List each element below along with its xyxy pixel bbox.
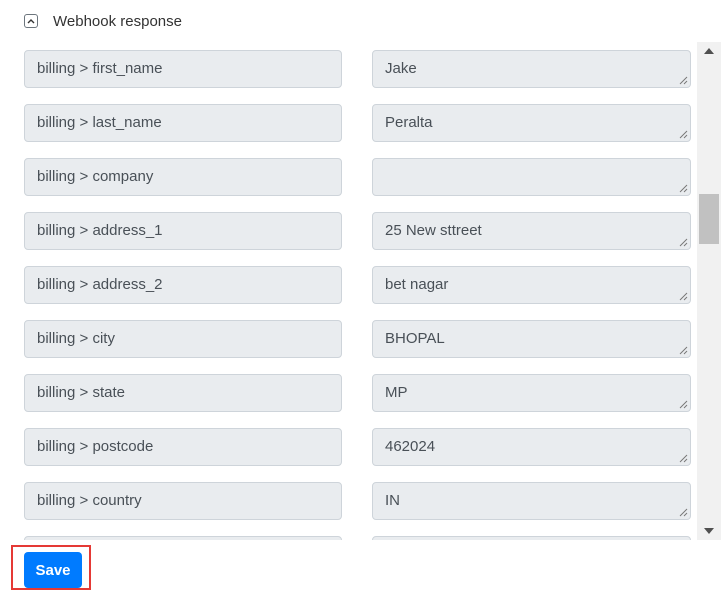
field-value-text: BHOPAL [385,330,445,347]
field-mapping-list[interactable]: billing > first_name Jake billing > last_n… [0,42,697,540]
field-key: billing > city [24,320,342,358]
webhook-response-header: Webhook response [24,10,182,32]
field-mapping-row: billing > last_name Peralta [24,104,691,142]
field-mapping-row: billing > postcode 462024 [24,428,691,466]
resize-grip-icon[interactable] [678,237,688,247]
field-key [24,536,342,540]
field-value-textarea[interactable] [372,158,691,196]
field-mapping-row: billing > address_1 25 New sttreet [24,212,691,250]
resize-grip-icon[interactable] [678,453,688,463]
field-key: billing > country [24,482,342,520]
field-value-text: bet nagar [385,276,449,293]
save-button-highlight: Save [11,545,91,590]
field-value-textarea[interactable]: IN [372,482,691,520]
resize-grip-icon[interactable] [678,183,688,193]
field-value-textarea[interactable]: MP [372,374,691,412]
resize-grip-icon[interactable] [678,399,688,409]
field-value-text: Peralta [385,114,433,131]
field-mapping-row: billing > company [24,158,691,196]
field-value-textarea[interactable]: 462024 [372,428,691,466]
scrollbar[interactable] [697,42,721,540]
field-mapping-row: billing > first_name Jake [24,50,691,88]
field-key: billing > address_2 [24,266,342,304]
collapse-toggle-button[interactable] [24,14,38,28]
field-key: billing > postcode [24,428,342,466]
field-key: billing > first_name [24,50,342,88]
resize-grip-icon[interactable] [678,75,688,85]
field-mapping-row: billing > state MP [24,374,691,412]
field-value-textarea[interactable]: bet nagar [372,266,691,304]
field-mapping-row: billing > country IN [24,482,691,520]
field-key: billing > state [24,374,342,412]
field-value-text: MP [385,384,408,401]
field-value-textarea[interactable]: 25 New sttreet [372,212,691,250]
field-mapping-row: billing > city BHOPAL [24,320,691,358]
section-title: Webhook response [53,12,182,30]
scroll-down-button[interactable] [697,522,721,540]
resize-grip-icon[interactable] [678,507,688,517]
field-mapping-row: billing > address_2 bet nagar [24,266,691,304]
resize-grip-icon[interactable] [678,129,688,139]
field-value-textarea[interactable]: BHOPAL [372,320,691,358]
arrow-down-icon [704,528,714,534]
field-value-textarea[interactable]: Peralta [372,104,691,142]
field-value-textarea[interactable]: Jake [372,50,691,88]
field-key: billing > address_1 [24,212,342,250]
field-mapping-row [24,536,691,540]
field-value-text: 25 New sttreet [385,222,482,239]
field-value-textarea[interactable] [372,536,691,540]
save-button[interactable]: Save [24,552,82,588]
resize-grip-icon[interactable] [678,345,688,355]
scrollbar-thumb[interactable] [699,194,719,244]
field-key: billing > last_name [24,104,342,142]
field-value-text: Jake [385,60,417,77]
field-key: billing > company [24,158,342,196]
field-value-text: IN [385,492,400,509]
resize-grip-icon[interactable] [678,291,688,301]
field-value-text: 462024 [385,438,436,455]
scroll-up-button[interactable] [697,42,721,60]
arrow-up-icon [704,48,714,54]
chevron-up-icon [27,19,35,24]
